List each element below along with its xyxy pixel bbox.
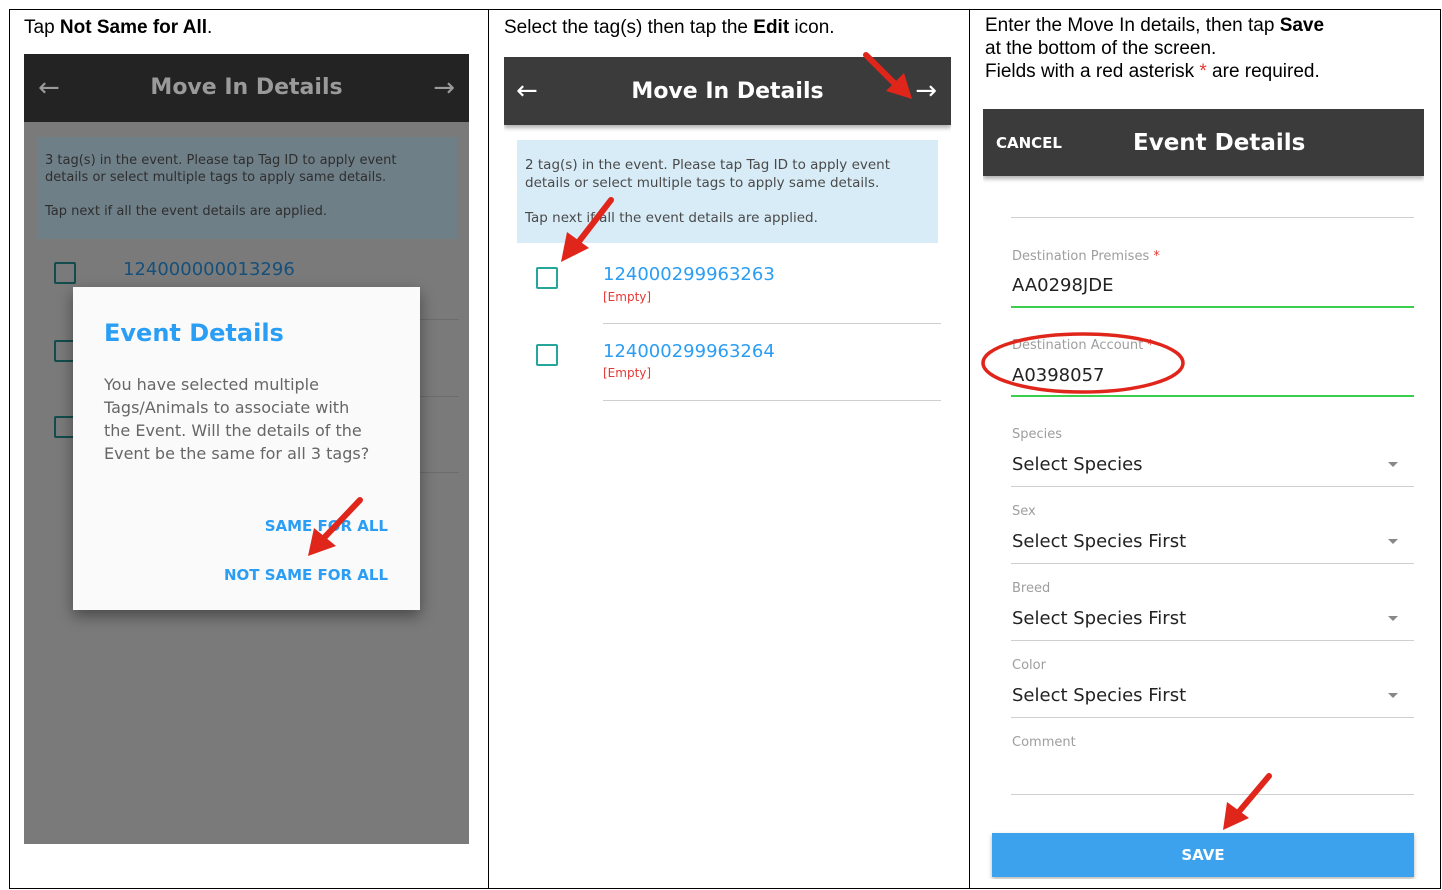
- instruction-bold: Save: [1279, 15, 1325, 36]
- tag-id-link[interactable]: 124000299963263: [603, 264, 775, 285]
- tag-id-link[interactable]: 124000299963264: [603, 341, 775, 362]
- tag-status: [Empty]: [603, 290, 652, 304]
- info-text: 2 tag(s) in the event. Please tap Tag ID…: [525, 157, 891, 173]
- field-label: Sex: [1012, 504, 1036, 519]
- dialog-body-line: Event be the same for all 3 tags?: [104, 444, 370, 463]
- instruction-bold: Edit: [753, 17, 790, 38]
- tag-checkbox[interactable]: [536, 344, 558, 366]
- red-pointer-arrow-icon: [863, 52, 912, 99]
- dropdown-caret-icon[interactable]: [1388, 693, 1398, 698]
- dialog-body-line: the Event. Will the details of the: [104, 421, 362, 440]
- red-pointer-arrow-icon: [308, 497, 363, 556]
- dropdown-caret-icon[interactable]: [1388, 616, 1398, 621]
- info-text: details or select multiple tags to apply…: [525, 175, 880, 191]
- field-underline: [1011, 640, 1414, 641]
- field-label: Species: [1012, 427, 1063, 442]
- dropdown-caret-icon[interactable]: [1388, 462, 1398, 467]
- app-toolbar: ← Move In Details →: [24, 54, 469, 122]
- color-select[interactable]: Select Species First: [1012, 685, 1186, 706]
- tag-id-link[interactable]: 124000000013296: [123, 259, 295, 280]
- dropdown-caret-icon[interactable]: [1388, 539, 1398, 544]
- tag-status: [Empty]: [603, 366, 652, 380]
- instruction-bold: Not Same for All: [59, 17, 208, 38]
- red-pointer-arrow-icon: [1223, 773, 1272, 830]
- column-divider: [488, 9, 489, 889]
- dialog-body-line: You have selected multiple: [104, 375, 319, 394]
- instruction-text: Select the tag(s) then tap the: [504, 17, 754, 38]
- not-same-for-all-button[interactable]: NOT SAME FOR ALL: [224, 566, 388, 584]
- field-label: Breed: [1012, 581, 1051, 596]
- instruction-line: Fields with a red asterisk * are require…: [985, 60, 1324, 84]
- instruction-text: Enter the Move In details, then tap: [985, 15, 1280, 36]
- field-underline: [1011, 306, 1414, 308]
- save-button[interactable]: SAVE: [992, 833, 1414, 877]
- instruction-line: Enter the Move In details, then tap Save: [985, 14, 1324, 38]
- list-divider: [603, 400, 941, 401]
- field-label: Color: [1012, 658, 1046, 673]
- tag-checkbox[interactable]: [536, 267, 558, 289]
- app-toolbar: CANCEL Event Details: [983, 109, 1424, 176]
- step2-instruction: Select the tag(s) then tap the Edit icon…: [504, 16, 835, 40]
- toolbar-title: Event Details: [1133, 130, 1306, 156]
- label-text: Destination Premises: [1012, 249, 1150, 264]
- breed-select[interactable]: Select Species First: [1012, 608, 1186, 629]
- field-underline: [1011, 563, 1414, 564]
- info-banner: 3 tag(s) in the event. Please tap Tag ID…: [37, 137, 457, 239]
- field-label: Comment: [1012, 735, 1076, 750]
- destination-premises-input[interactable]: AA0298JDE: [1012, 275, 1113, 296]
- list-divider: [603, 323, 941, 324]
- sex-select[interactable]: Select Species First: [1012, 531, 1186, 552]
- instruction-text: at the bottom of the screen.: [985, 38, 1217, 59]
- field-label: Destination Premises *: [1012, 249, 1160, 264]
- field-underline: [1011, 217, 1414, 218]
- field-underline: [1011, 717, 1414, 718]
- instruction-text: Fields with a red asterisk: [985, 61, 1200, 82]
- dialog-title: Event Details: [104, 319, 284, 347]
- column-divider: [969, 9, 970, 889]
- info-text: Tap next if all the event details are ap…: [45, 204, 328, 219]
- instruction-text: Tap: [24, 17, 60, 38]
- step1-instruction: Tap Not Same for All.: [24, 16, 212, 40]
- red-ellipse-highlight: [981, 332, 1185, 394]
- dialog-body: You have selected multiple Tags/Animals …: [104, 373, 369, 465]
- tag-checkbox[interactable]: [54, 262, 76, 284]
- toolbar-title: Move In Details: [150, 75, 343, 100]
- info-text: 3 tag(s) in the event. Please tap Tag ID…: [45, 153, 397, 168]
- instruction-text: icon.: [789, 17, 835, 38]
- required-asterisk: *: [1153, 249, 1160, 264]
- red-pointer-arrow-icon: [561, 197, 614, 262]
- species-select[interactable]: Select Species: [1012, 454, 1143, 475]
- phone-screen-1: ← Move In Details → 3 tag(s) in the even…: [24, 54, 469, 844]
- phone-screen-3: CANCEL Event Details Destination Premise…: [983, 109, 1424, 879]
- field-underline: [1011, 486, 1414, 487]
- dialog-body-line: Tags/Animals to associate with: [104, 398, 350, 417]
- cancel-button[interactable]: CANCEL: [996, 134, 1062, 152]
- forward-arrow-icon[interactable]: →: [433, 73, 455, 103]
- info-text: details or select multiple tags to apply…: [45, 170, 387, 185]
- instruction-text: are required.: [1206, 61, 1320, 82]
- step3-instruction: Enter the Move In details, then tap Save…: [985, 14, 1324, 84]
- field-underline: [1011, 794, 1414, 795]
- required-asterisk: *: [1199, 61, 1207, 82]
- instruction-text: .: [207, 17, 213, 38]
